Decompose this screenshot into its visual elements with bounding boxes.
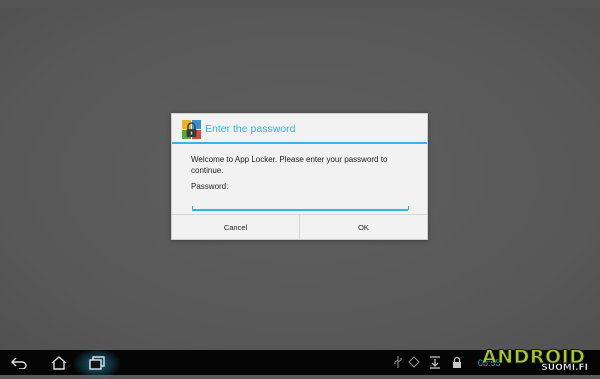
input-underline-left-tick — [192, 206, 193, 210]
password-dialog: Enter the password Welcome to App Locker… — [171, 113, 428, 240]
download-icon[interactable] — [428, 355, 442, 369]
ok-button[interactable]: OK — [299, 215, 427, 240]
lock-icon[interactable] — [450, 355, 464, 369]
recent-apps-button[interactable] — [86, 350, 108, 375]
home-icon — [51, 355, 67, 370]
dialog-header: Enter the password — [172, 114, 427, 144]
app-locker-icon — [182, 120, 201, 139]
top-bar — [0, 0, 600, 8]
home-button[interactable] — [48, 350, 70, 375]
password-input[interactable] — [192, 197, 408, 211]
input-underline-right-tick — [408, 206, 409, 210]
back-icon — [11, 357, 27, 369]
androidsuomi-watermark: ANDROID SUOMI.FI — [482, 346, 594, 375]
usb-icon[interactable] — [391, 355, 405, 369]
dialog-message: Welcome to App Locker. Please enter your… — [191, 155, 388, 175]
dialog-button-bar: Cancel OK — [172, 214, 427, 240]
recent-apps-icon — [89, 355, 105, 370]
keyboard-icon[interactable] — [407, 355, 421, 369]
password-label: Password: — [191, 182, 229, 191]
cancel-button[interactable]: Cancel — [172, 215, 299, 240]
back-button[interactable] — [8, 350, 30, 375]
dialog-title: Enter the password — [205, 123, 296, 135]
watermark-sub-text: SUOMI.FI — [541, 363, 588, 374]
